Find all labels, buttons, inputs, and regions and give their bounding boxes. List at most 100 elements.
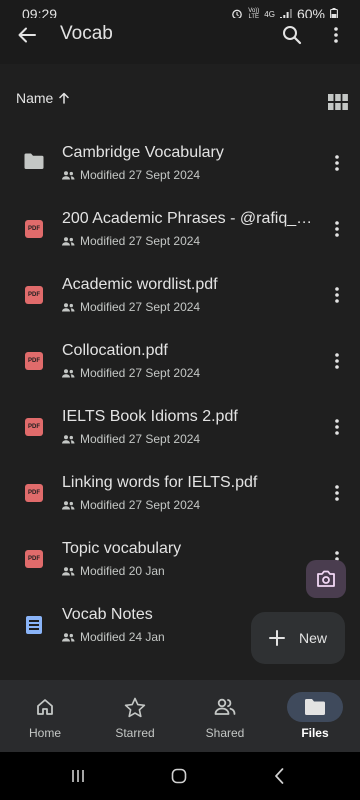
more-vert-icon [335, 287, 339, 303]
nav-home[interactable]: Home [0, 680, 90, 752]
file-meta: Modified 27 Sept 2024 [62, 234, 200, 248]
app-bar: Vocab [0, 18, 360, 64]
shared-icon [62, 434, 75, 444]
file-name: Cambridge Vocabulary [62, 144, 224, 161]
arrow-back-icon [18, 27, 36, 43]
pdf-badge: PDF [25, 220, 43, 238]
nav-home-label: Home [28, 726, 61, 740]
pdf-badge: PDF [25, 352, 43, 370]
file-row[interactable]: PDF Linking words for IELTS.pdf Modified 2… [0, 460, 360, 526]
modified-date: Modified 27 Sept 2024 [80, 366, 201, 380]
arrow-up-icon [59, 92, 70, 104]
search-button[interactable] [278, 21, 306, 49]
pdf-file-icon: PDF [24, 285, 44, 305]
sort-label: Name [16, 90, 54, 106]
grid-view-toggle[interactable] [328, 94, 348, 110]
file-name: Linking words for IELTS.pdf [62, 474, 258, 491]
modified-date: Modified 24 Jan [80, 630, 165, 644]
more-vert-icon [335, 353, 339, 369]
home-icon [17, 692, 73, 722]
chevron-left-icon [275, 768, 284, 784]
nav-starred[interactable]: Starred [90, 680, 180, 752]
file-name: Topic vocabulary [62, 540, 182, 557]
shared-icon [62, 302, 75, 312]
modified-date: Modified 27 Sept 2024 [80, 300, 201, 314]
file-meta: Modified 20 Jan [62, 564, 165, 578]
pdf-badge: PDF [25, 550, 43, 568]
sort-control[interactable]: Name [16, 90, 70, 106]
grid-view-icon [328, 94, 348, 110]
more-vert-icon [335, 155, 339, 171]
plus-icon [269, 630, 285, 646]
file-more-button[interactable] [328, 151, 346, 175]
folder-icon [287, 692, 343, 722]
pdf-file-icon: PDF [24, 549, 44, 569]
pdf-badge: PDF [25, 484, 43, 502]
pdf-file-icon: PDF [24, 351, 44, 371]
modified-date: Modified 20 Jan [80, 564, 165, 578]
nav-starred-label: Starred [115, 726, 155, 740]
file-row[interactable]: Cambridge Vocabulary Modified 27 Sept 202… [0, 130, 360, 196]
modified-date: Modified 27 Sept 2024 [80, 432, 201, 446]
pdf-badge: PDF [25, 418, 43, 436]
modified-date: Modified 27 Sept 2024 [80, 168, 201, 182]
pdf-badge: PDF [25, 286, 43, 304]
back-button[interactable] [14, 22, 40, 48]
shared-icon [62, 170, 75, 180]
new-button[interactable]: New [251, 612, 345, 664]
more-options-button[interactable] [324, 21, 348, 49]
pdf-file-icon: PDF [24, 417, 44, 437]
file-meta: Modified 24 Jan [62, 630, 165, 644]
folder-icon [24, 153, 44, 173]
file-more-button[interactable] [328, 283, 346, 307]
camera-scan-icon [317, 570, 335, 587]
file-name: Academic wordlist.pdf [62, 276, 218, 293]
new-button-label: New [299, 630, 328, 646]
recents-button[interactable] [70, 766, 86, 786]
file-name: IELTS Book Idioms 2.pdf [62, 408, 238, 425]
recents-icon [72, 770, 84, 782]
file-meta: Modified 27 Sept 2024 [62, 168, 200, 182]
file-meta: Modified 27 Sept 2024 [62, 300, 200, 314]
bottom-nav: Home Starred Shared Files [0, 680, 360, 752]
star-icon [107, 692, 163, 722]
file-meta: Modified 27 Sept 2024 [62, 366, 200, 380]
shared-people-icon [197, 692, 253, 722]
more-vert-icon [335, 485, 339, 501]
search-icon [283, 26, 302, 45]
modified-date: Modified 27 Sept 2024 [80, 234, 201, 248]
page-title: Vocab [60, 23, 113, 44]
modified-date: Modified 27 Sept 2024 [80, 498, 201, 512]
home-system-button[interactable] [170, 766, 188, 786]
system-nav-bar [0, 752, 360, 800]
scan-button[interactable] [306, 560, 346, 598]
file-row[interactable]: PDF IELTS Book Idioms 2.pdf Modified 27 Se… [0, 394, 360, 460]
shared-icon [62, 236, 75, 246]
nav-shared[interactable]: Shared [180, 680, 270, 752]
file-row[interactable]: PDF 200 Academic Phrases - @rafiq_al... Mo… [0, 196, 360, 262]
nav-shared-label: Shared [205, 726, 245, 740]
file-row[interactable]: PDF Academic wordlist.pdf Modified 27 Sept… [0, 262, 360, 328]
file-meta: Modified 27 Sept 2024 [62, 432, 200, 446]
doc-file-icon [24, 615, 44, 635]
shared-icon [62, 500, 75, 510]
shared-icon [62, 566, 75, 576]
more-vert-icon [334, 27, 338, 43]
file-name: Collocation.pdf [62, 342, 168, 359]
file-more-button[interactable] [328, 349, 346, 373]
home-circle-icon [171, 768, 187, 784]
shared-icon [62, 632, 75, 642]
pdf-file-icon: PDF [24, 219, 44, 239]
pdf-file-icon: PDF [24, 483, 44, 503]
file-meta: Modified 27 Sept 2024 [62, 498, 200, 512]
nav-files-label: Files [301, 726, 329, 740]
file-name: 200 Academic Phrases - @rafiq_al... [62, 210, 316, 227]
more-vert-icon [335, 419, 339, 435]
back-system-button[interactable] [272, 766, 286, 786]
file-more-button[interactable] [328, 481, 346, 505]
file-row[interactable]: PDF Collocation.pdf Modified 27 Sept 2024 [0, 328, 360, 394]
more-vert-icon [335, 221, 339, 237]
file-more-button[interactable] [328, 217, 346, 241]
nav-files[interactable]: Files [270, 680, 360, 752]
file-more-button[interactable] [328, 415, 346, 439]
